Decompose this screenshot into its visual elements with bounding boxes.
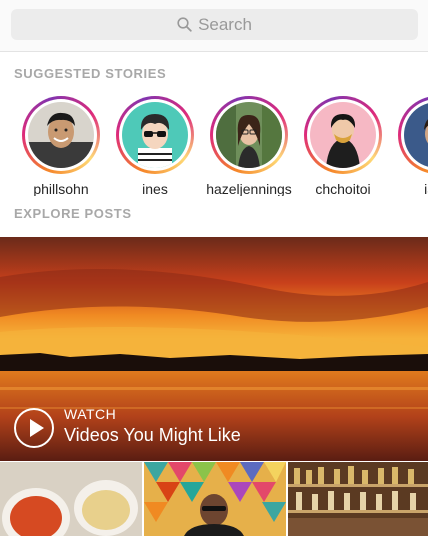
search-input[interactable]: Search	[11, 9, 418, 40]
avatar	[28, 102, 94, 168]
suggested-stories-heading: SUGGESTED STORIES	[14, 66, 167, 81]
story-username: ines	[142, 181, 168, 196]
story-ines[interactable]: ines	[108, 96, 202, 196]
story-username: ians	[424, 181, 428, 196]
video-collection-title[interactable]: Videos You Might Like	[64, 425, 241, 446]
story-username: phillsohn	[33, 181, 89, 196]
avatar	[216, 102, 282, 168]
explore-post[interactable]	[288, 462, 428, 536]
story-chchoitoi[interactable]: chchoitoi	[296, 96, 390, 196]
story-ring	[304, 96, 382, 174]
play-icon[interactable]	[14, 408, 54, 448]
avatar	[404, 102, 428, 168]
avatar	[122, 102, 188, 168]
stories-row: phillsohn ines hazeljennings chchoitoi i	[0, 96, 428, 196]
explore-post[interactable]	[144, 462, 286, 536]
search-icon	[177, 17, 192, 32]
story-username: hazeljennings	[206, 181, 292, 196]
explore-posts-heading: EXPLORE POSTS	[14, 206, 132, 221]
story-ring	[398, 96, 428, 174]
story-ians[interactable]: ians	[390, 96, 428, 196]
avatar	[310, 102, 376, 168]
search-placeholder: Search	[198, 14, 252, 34]
story-ring	[210, 96, 288, 174]
explore-post[interactable]	[0, 462, 142, 536]
watch-label: WATCH	[64, 406, 117, 422]
story-username: chchoitoi	[315, 181, 371, 196]
story-ring	[116, 96, 194, 174]
story-phillsohn[interactable]: phillsohn	[14, 96, 108, 196]
story-ring	[22, 96, 100, 174]
explore-screen: Search SUGGESTED STORIES phillsohn ines …	[0, 0, 428, 536]
search-area: Search	[0, 0, 428, 52]
story-hazeljennings[interactable]: hazeljennings	[202, 96, 296, 196]
explore-grid	[0, 462, 428, 536]
